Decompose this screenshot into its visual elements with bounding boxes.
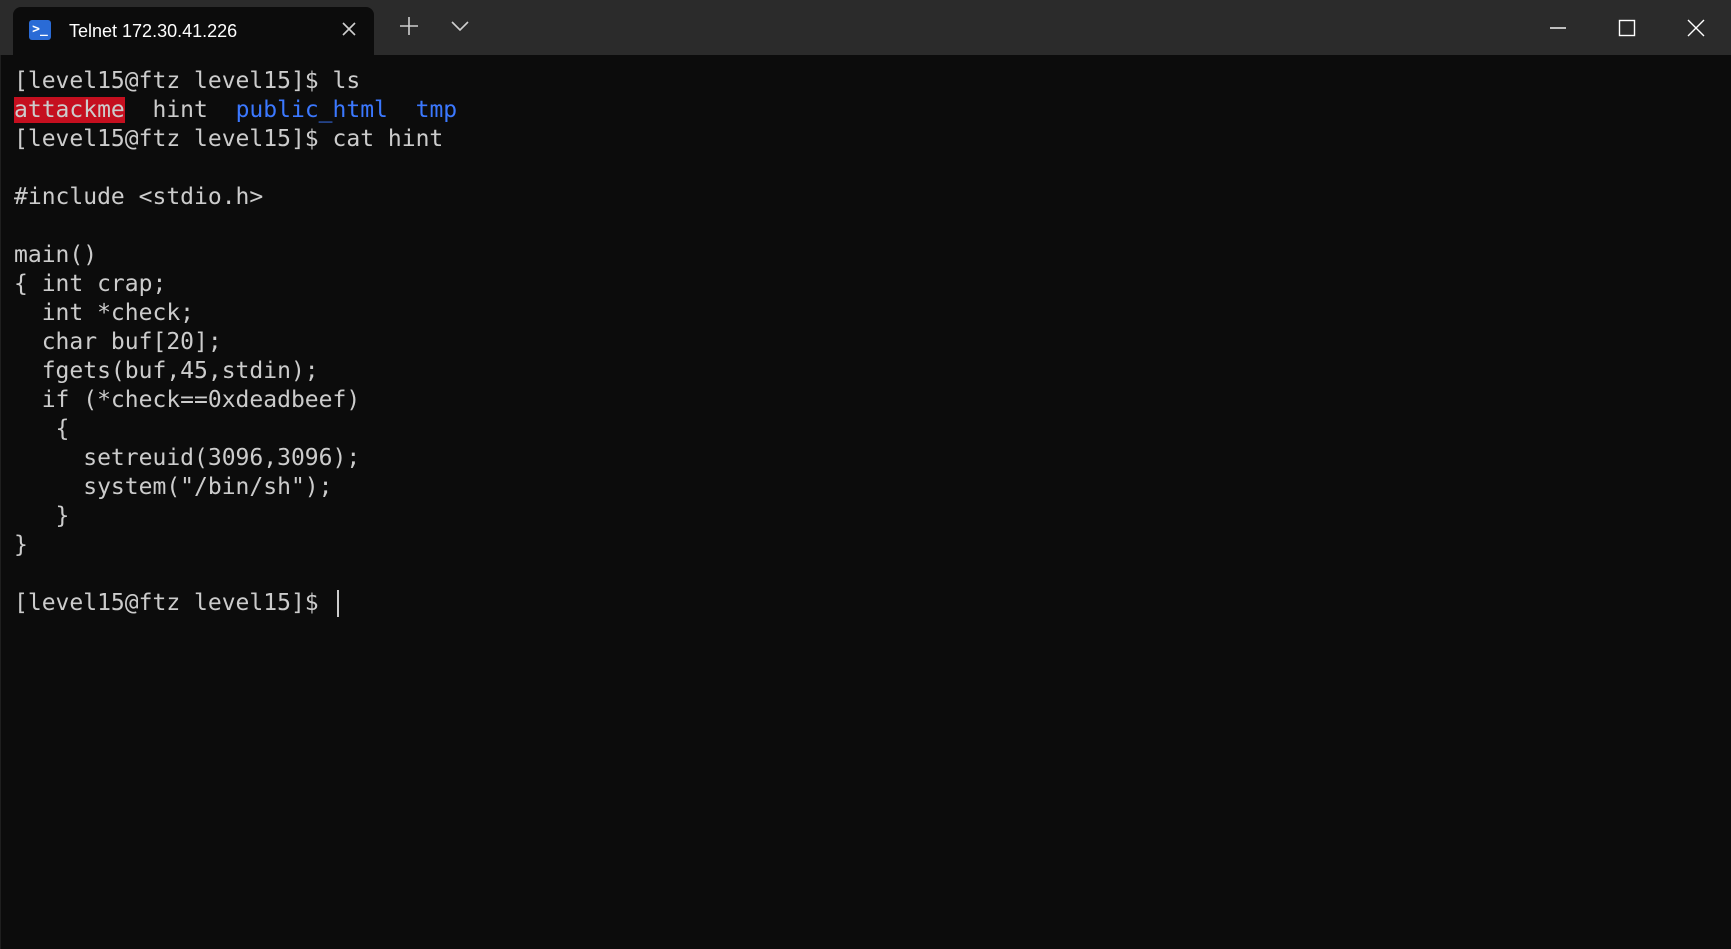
terminal-window: >_ Telnet 172.30.41.226 [level15@ftz lev…: [0, 0, 1731, 949]
code-line: { int crap;: [14, 271, 167, 297]
title-bar: >_ Telnet 172.30.41.226: [0, 0, 1731, 55]
command-line-current: [level15@ftz level15]$: [14, 589, 339, 618]
code-line: fgets(buf,45,stdin);: [14, 358, 319, 384]
command-line-ls: [level15@ftz level15]$ ls: [14, 67, 360, 96]
prompt: [level15@ftz level15]$: [14, 68, 319, 94]
ls-output: attackme hint public_html tmp: [14, 96, 457, 125]
code-line: main(): [14, 242, 98, 268]
ls-entry-hint: hint: [152, 97, 208, 123]
plus-icon[interactable]: [393, 10, 425, 42]
powershell-icon: >_: [29, 20, 51, 40]
code-line: #include <stdio.h>: [14, 184, 264, 210]
chevron-down-icon[interactable]: [444, 10, 476, 42]
code-line: }: [14, 532, 28, 558]
code-line: }: [14, 503, 70, 529]
minimize-icon[interactable]: [1528, 4, 1588, 52]
code-line: {: [14, 416, 70, 442]
code-line: int *check;: [14, 300, 195, 326]
ls-entry-public-html: public_html: [235, 97, 388, 123]
code-line: system("/bin/sh");: [14, 474, 333, 500]
tab-title: Telnet 172.30.41.226: [69, 21, 238, 41]
maximize-icon[interactable]: [1597, 4, 1657, 52]
command: cat hint: [332, 126, 444, 152]
code-line: setreuid(3096,3096);: [14, 445, 361, 471]
terminal-output[interactable]: [level15@ftz level15]$ ls attackme hint …: [0, 55, 1731, 949]
command-line-cat: [level15@ftz level15]$ cat hint: [14, 125, 443, 154]
close-icon[interactable]: [1666, 4, 1726, 52]
code-line: if (*check==0xdeadbeef): [14, 387, 361, 413]
close-tab-icon[interactable]: [338, 18, 360, 40]
text-cursor: [336, 590, 339, 617]
prompt: [level15@ftz level15]$: [14, 126, 319, 152]
command: ls: [332, 68, 361, 94]
prompt: [level15@ftz level15]$: [14, 590, 319, 616]
ls-entry-tmp: tmp: [415, 97, 458, 123]
code-line: char buf[20];: [14, 329, 222, 355]
ls-entry-attackme: attackme: [14, 97, 125, 123]
tab-telnet[interactable]: >_ Telnet 172.30.41.226: [13, 7, 374, 55]
